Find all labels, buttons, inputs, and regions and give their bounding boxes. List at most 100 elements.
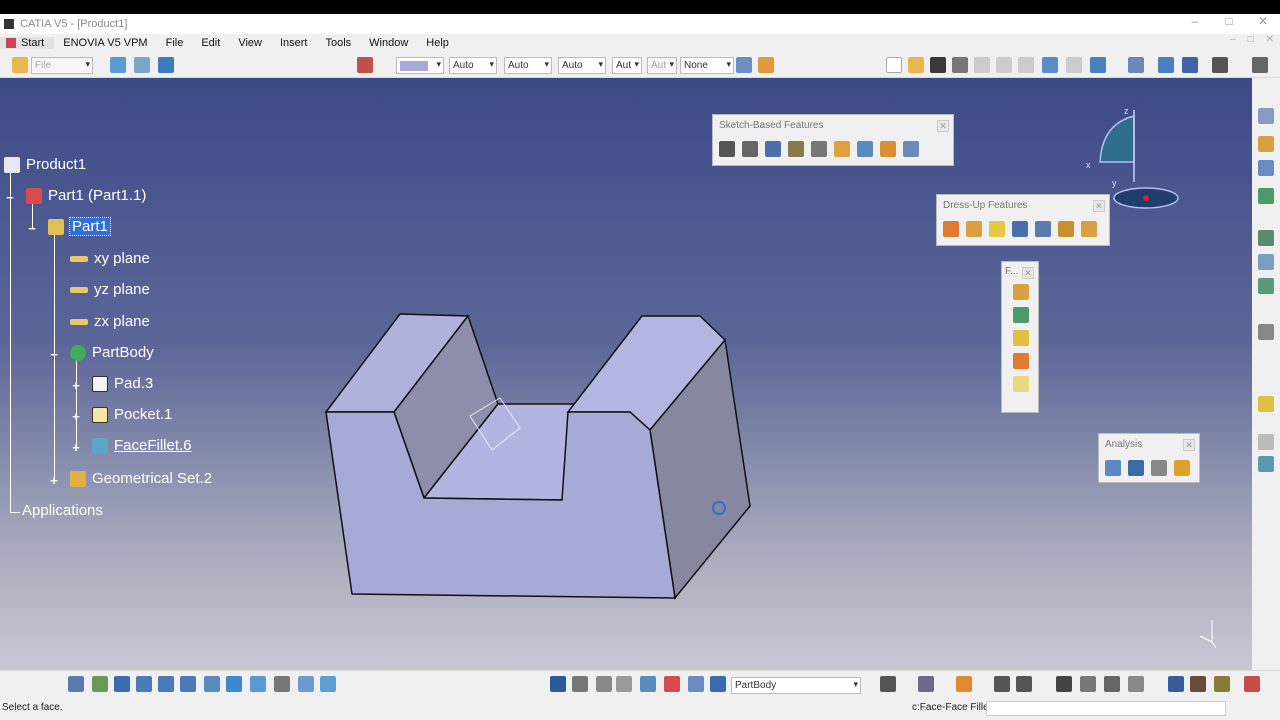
plane-tool-icon[interactable] xyxy=(1258,396,1274,412)
workbench-icon[interactable] xyxy=(1258,160,1274,176)
draft-analysis-icon[interactable] xyxy=(1105,460,1121,476)
reorder-icon[interactable] xyxy=(1128,676,1144,692)
paste-icon[interactable] xyxy=(1018,57,1034,73)
snapshot-icon[interactable] xyxy=(880,676,896,692)
panel-close-icon[interactable]: ✕ xyxy=(1183,439,1195,451)
maximize-button[interactable]: □ xyxy=(1212,14,1246,28)
properties-icon[interactable] xyxy=(357,57,373,73)
loft-tool-icon[interactable] xyxy=(903,141,919,157)
instantiate-icon[interactable] xyxy=(1104,676,1120,692)
parameters-icon[interactable] xyxy=(1080,676,1096,692)
slot-tool-icon[interactable] xyxy=(857,141,873,157)
rotate-icon[interactable] xyxy=(136,676,152,692)
cut-icon[interactable] xyxy=(974,57,990,73)
tree-node-zx-plane[interactable]: zx plane xyxy=(70,313,150,330)
tree-node-facefillet[interactable]: FaceFillet.6 xyxy=(92,437,192,454)
tree-expand-icon[interactable]: + xyxy=(70,410,82,423)
tree-node-product[interactable]: Product1 xyxy=(4,156,86,173)
save-icon[interactable] xyxy=(930,57,946,73)
curvature-analysis-icon[interactable] xyxy=(1128,460,1144,476)
fit-all-icon[interactable] xyxy=(1212,57,1228,73)
tree-node-yz-plane[interactable]: yz plane xyxy=(70,281,150,298)
power-input-field[interactable] xyxy=(986,701,1226,716)
new-file-icon[interactable] xyxy=(886,57,902,73)
shell-tool-icon[interactable] xyxy=(1012,221,1028,237)
menu-tools[interactable]: Tools xyxy=(316,37,360,49)
grid-icon[interactable] xyxy=(1182,57,1198,73)
menu-help[interactable]: Help xyxy=(417,37,458,49)
panel-close-icon[interactable]: ✕ xyxy=(937,120,949,132)
menu-file[interactable]: File xyxy=(157,37,193,49)
update-icon[interactable] xyxy=(550,676,566,692)
tree-collapse-icon[interactable]: − xyxy=(26,222,38,235)
tool-icon[interactable] xyxy=(1258,456,1274,472)
doc-maximize-button[interactable]: □ xyxy=(1248,34,1254,45)
tree-expand-icon[interactable]: + xyxy=(70,441,82,454)
knowledge-icon[interactable] xyxy=(956,676,972,692)
3d-viewport[interactable]: Product1 − Part1 (Part1.1) − Part1 xy pl… xyxy=(0,78,1252,670)
pocket-tool-icon[interactable] xyxy=(742,141,758,157)
whats-this-icon[interactable] xyxy=(158,57,174,73)
swap-space-icon[interactable] xyxy=(320,676,336,692)
tree-node-part-instance[interactable]: Part1 (Part1.1) xyxy=(26,187,146,204)
pad-tool-icon[interactable] xyxy=(719,141,735,157)
select-icon[interactable] xyxy=(68,676,84,692)
edge-fillet-tool-icon[interactable] xyxy=(943,221,959,237)
body-combo[interactable]: PartBody xyxy=(731,677,861,694)
fill-color-combo[interactable] xyxy=(396,57,444,74)
tap-analysis-icon[interactable] xyxy=(1151,460,1167,476)
measure-icon[interactable] xyxy=(616,676,632,692)
workbench-icon[interactable] xyxy=(1258,278,1274,294)
constraint-icon[interactable] xyxy=(664,676,680,692)
redo-icon[interactable] xyxy=(1066,57,1082,73)
list-icon[interactable] xyxy=(688,676,704,692)
minimize-button[interactable]: – xyxy=(1178,14,1212,28)
graphic-props-icon[interactable] xyxy=(758,57,774,73)
normal-view-icon[interactable] xyxy=(204,676,220,692)
tree-node-pocket[interactable]: Pocket.1 xyxy=(92,406,172,423)
thread-tool-icon[interactable] xyxy=(1058,221,1074,237)
tool-icon[interactable] xyxy=(1258,434,1274,450)
point-type-combo[interactable]: Aut xyxy=(612,57,642,74)
tool-icon[interactable] xyxy=(1168,676,1184,692)
feature-tool-icon[interactable] xyxy=(1013,353,1029,369)
axis-system-icon[interactable] xyxy=(596,676,612,692)
part-geometry[interactable] xyxy=(0,78,1252,670)
tree-node-xy-plane[interactable]: xy plane xyxy=(70,250,150,267)
rules-icon[interactable] xyxy=(1016,676,1032,692)
groove-tool-icon[interactable] xyxy=(788,141,804,157)
tool-icon[interactable] xyxy=(1214,676,1230,692)
close-button[interactable]: ✕ xyxy=(1246,14,1280,28)
panel-close-icon[interactable]: ✕ xyxy=(1022,267,1034,279)
point-tool-icon[interactable] xyxy=(572,676,588,692)
catalog-icon[interactable] xyxy=(918,676,934,692)
hide-show-icon[interactable] xyxy=(298,676,314,692)
fly-mode-icon[interactable] xyxy=(1128,57,1144,73)
fit-all-in-icon[interactable] xyxy=(92,676,108,692)
shading-icon[interactable] xyxy=(274,676,290,692)
workbench-icon[interactable] xyxy=(1258,108,1274,124)
thickness-tool-icon[interactable] xyxy=(1035,221,1051,237)
shaft-tool-icon[interactable] xyxy=(765,141,781,157)
tree-expand-icon[interactable]: + xyxy=(48,474,60,487)
menu-edit[interactable]: Edit xyxy=(192,37,229,49)
feature-tool-icon[interactable] xyxy=(1013,330,1029,346)
tree-expand-icon[interactable]: + xyxy=(70,379,82,392)
menu-enovia[interactable]: ENOVIA V5 VPM xyxy=(54,37,156,49)
chamfer-tool-icon[interactable] xyxy=(966,221,982,237)
product-icon[interactable] xyxy=(110,57,126,73)
hole-tool-icon[interactable] xyxy=(811,141,827,157)
workbench-icon[interactable] xyxy=(1258,254,1274,270)
feature-tool-icon[interactable] xyxy=(1013,376,1029,392)
thread-analysis-icon[interactable] xyxy=(1174,460,1190,476)
zoom-in-icon[interactable] xyxy=(158,676,174,692)
remove-face-tool-icon[interactable] xyxy=(1081,221,1097,237)
tree-icon[interactable] xyxy=(134,57,150,73)
doc-close-button[interactable]: ✕ xyxy=(1266,34,1274,45)
views-icon[interactable] xyxy=(1158,57,1174,73)
transparency-combo[interactable]: Auto xyxy=(449,57,497,74)
open-icon[interactable] xyxy=(908,57,924,73)
tool-icon[interactable] xyxy=(1190,676,1206,692)
formula-icon[interactable] xyxy=(994,676,1010,692)
draft-tool-icon[interactable] xyxy=(989,221,1005,237)
